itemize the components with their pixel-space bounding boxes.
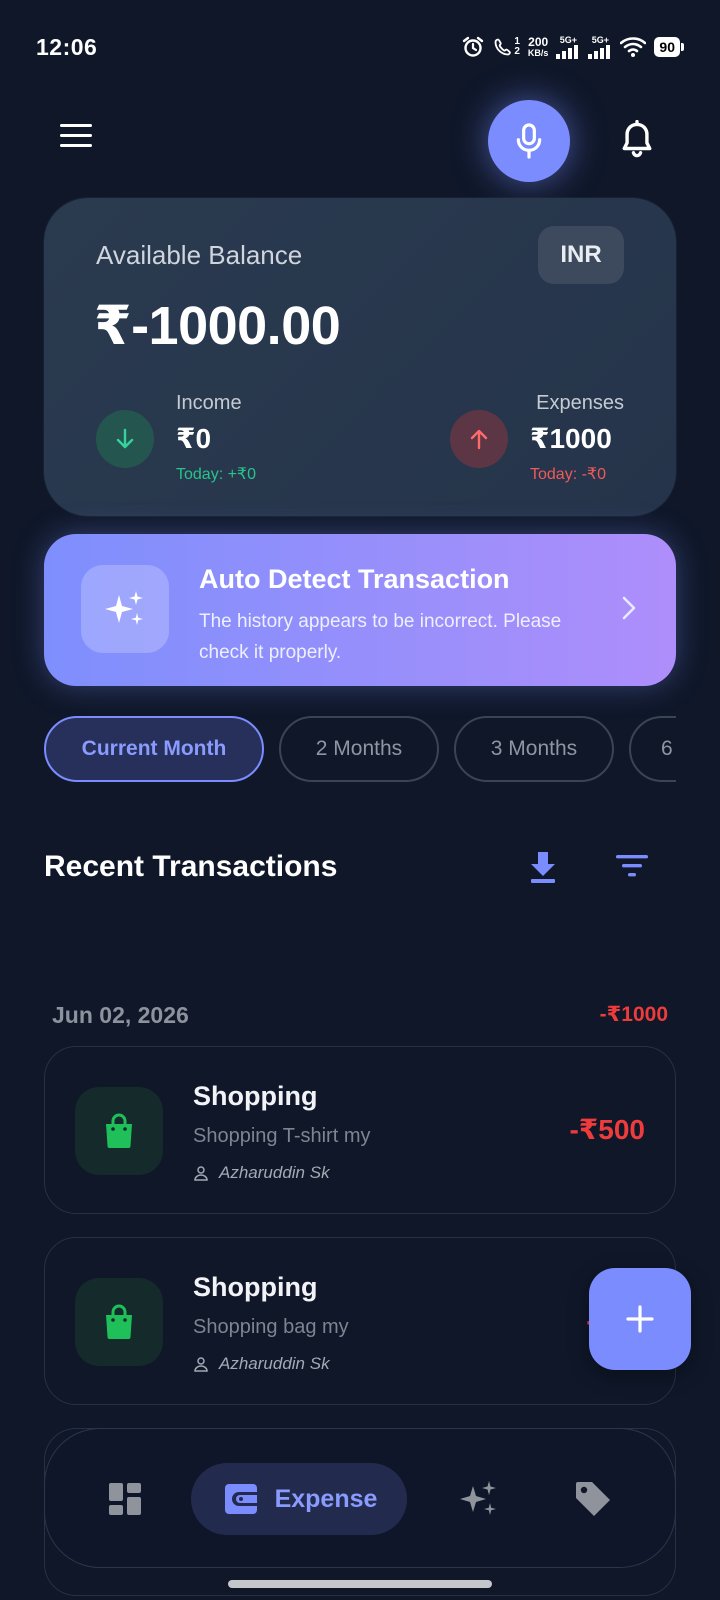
net-speed-unit: KB/s bbox=[527, 48, 549, 58]
balance-amount: ₹-1000.00 bbox=[94, 296, 341, 356]
period-filter-chips: Current Month 2 Months 3 Months 6 bbox=[44, 716, 676, 782]
notification-button[interactable] bbox=[620, 119, 660, 164]
wallet-icon bbox=[224, 1484, 259, 1514]
microphone-icon bbox=[516, 123, 542, 159]
expenses-value: ₹1000 bbox=[530, 423, 612, 454]
income-title: Income bbox=[176, 392, 242, 414]
signal-label-2: 5G+ bbox=[591, 35, 610, 45]
status-icons: 1 2 200 KB/s 5G+ 5G+ 90 bbox=[461, 34, 684, 60]
transaction-user: Azharuddin Sk bbox=[193, 1354, 330, 1374]
transaction-amount: -₹500 bbox=[569, 1114, 645, 1145]
call-indicator: 1 2 bbox=[493, 36, 520, 58]
chevron-right-icon bbox=[622, 596, 636, 620]
income-value: ₹0 bbox=[176, 423, 212, 454]
call-sim-bottom: 2 bbox=[514, 46, 520, 57]
shopping-bag-icon bbox=[75, 1087, 163, 1175]
home-indicator[interactable] bbox=[228, 1580, 492, 1588]
recent-transactions-title: Recent Transactions bbox=[44, 850, 338, 883]
plus-icon bbox=[626, 1305, 654, 1333]
auto-detect-title: Auto Detect Transaction bbox=[199, 564, 510, 594]
chip-6-months[interactable]: 6 bbox=[629, 716, 676, 782]
hamburger-menu-icon-line bbox=[60, 134, 92, 137]
transaction-date-label: Jun 02, 2026 bbox=[52, 1002, 189, 1028]
signal-bars-icon bbox=[588, 45, 611, 59]
balance-card: Available Balance INR ₹-1000.00 Income ₹… bbox=[44, 198, 676, 516]
user-icon bbox=[194, 1357, 208, 1372]
transaction-date-total: -₹1000 bbox=[599, 1003, 668, 1026]
income-today: Today: +₹0 bbox=[176, 466, 257, 483]
chip-2-months[interactable]: 2 Months bbox=[279, 716, 439, 782]
expenses-today: Today: -₹0 bbox=[530, 466, 606, 483]
shopping-bag-icon bbox=[75, 1278, 163, 1366]
download-icon bbox=[531, 852, 555, 883]
transaction-title: Shopping bbox=[193, 1081, 318, 1111]
filter-icon bbox=[616, 855, 648, 877]
sparkles-icon bbox=[460, 1481, 496, 1515]
transaction-description: Shopping T-shirt my bbox=[193, 1125, 371, 1147]
user-icon bbox=[194, 1166, 208, 1181]
chip-current-month[interactable]: Current Month bbox=[44, 716, 264, 782]
phone-call-icon bbox=[494, 38, 512, 56]
signal-2: 5G+ bbox=[588, 35, 612, 59]
signal-1: 5G+ bbox=[556, 35, 580, 59]
filter-button[interactable] bbox=[614, 852, 650, 882]
voice-input-button[interactable] bbox=[488, 100, 570, 182]
battery-tip bbox=[681, 43, 684, 51]
tag-icon bbox=[576, 1482, 610, 1516]
notification-bell-icon bbox=[622, 119, 652, 158]
transaction-card[interactable]: Shopping Shopping bag my Azharuddin Sk -… bbox=[44, 1237, 676, 1405]
signal-bars-icon bbox=[556, 45, 579, 59]
net-speed: 200 KB/s bbox=[528, 36, 549, 58]
nav-ai[interactable] bbox=[443, 1463, 515, 1535]
auto-detect-banner[interactable]: Auto Detect Transaction The history appe… bbox=[44, 534, 676, 686]
transaction-card[interactable]: Shopping Shopping T-shirt my Azharuddin … bbox=[44, 1046, 676, 1214]
wifi-icon bbox=[620, 37, 647, 57]
net-speed-value: 200 bbox=[528, 35, 549, 49]
auto-detect-subtitle: The history appears to be incorrect. Ple… bbox=[199, 611, 562, 663]
transaction-user: Azharuddin Sk bbox=[193, 1163, 330, 1183]
nav-dashboard[interactable] bbox=[89, 1463, 161, 1535]
menu-button[interactable] bbox=[60, 124, 100, 158]
nav-expense-label: Expense bbox=[274, 1484, 378, 1513]
transaction-description: Shopping bag my bbox=[193, 1316, 349, 1338]
nav-tags[interactable] bbox=[557, 1463, 629, 1535]
chip-3-months[interactable]: 3 Months bbox=[454, 716, 614, 782]
balance-label: Available Balance bbox=[96, 240, 303, 270]
signal-label-1: 5G+ bbox=[559, 35, 578, 45]
battery-level: 90 bbox=[654, 37, 680, 57]
nav-expense[interactable]: Expense bbox=[191, 1463, 407, 1535]
status-bar: 12:06 1 2 200 KB/s 5G+ 5G+ 90 bbox=[0, 0, 720, 92]
dashboard-icon bbox=[109, 1483, 141, 1515]
income-arrow-icon bbox=[96, 410, 154, 468]
status-time: 12:06 bbox=[36, 34, 98, 60]
download-button[interactable] bbox=[528, 850, 560, 886]
hamburger-menu-icon bbox=[60, 124, 92, 127]
alarm-icon bbox=[463, 36, 484, 57]
transaction-user-name: Azharuddin Sk bbox=[219, 1163, 330, 1182]
transaction-user-name: Azharuddin Sk bbox=[219, 1354, 330, 1373]
transaction-title: Shopping bbox=[193, 1272, 318, 1302]
hamburger-menu-icon-line bbox=[60, 144, 92, 147]
battery-indicator: 90 bbox=[654, 37, 684, 57]
sparkles-icon bbox=[81, 565, 169, 653]
bottom-navigation: Expense bbox=[44, 1428, 676, 1568]
expenses-title: Expenses bbox=[536, 392, 624, 414]
expense-arrow-icon bbox=[450, 410, 508, 468]
add-transaction-button[interactable] bbox=[589, 1268, 691, 1370]
currency-selector[interactable]: INR bbox=[538, 226, 624, 284]
